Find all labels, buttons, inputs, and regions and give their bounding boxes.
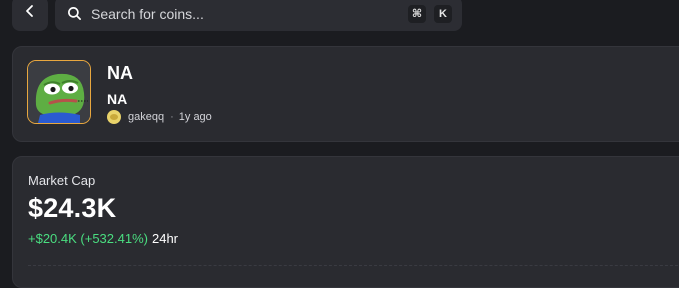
market-cap-card: Market Cap $24.3K +$20.4K (+532.41%) 24h… [12,156,679,288]
creator-name[interactable]: gakeqq [128,111,164,123]
market-cap-period: 24hr [151,231,179,246]
creator-avatar[interactable] [107,110,121,124]
creator-info: gakeqq · 1y ago [107,110,212,124]
separator-dot: · [170,111,174,123]
market-cap-change-row: +$20.4K (+532.41%) 24hr [28,231,178,246]
pepe-frog-icon [28,61,90,123]
chart-divider [28,265,679,266]
token-card: NA NA gakeqq · 1y ago [12,46,679,142]
chevron-left-icon [23,4,37,23]
token-ticker: NA [107,91,128,107]
search-input[interactable] [89,4,400,23]
shortcut-key: K [434,4,452,23]
token-image[interactable] [27,60,91,124]
token-name: NA [107,63,133,83]
token-age: 1y ago [178,111,212,123]
market-cap-label: Market Cap [28,173,96,188]
market-cap-change: +$20.4K (+532.41%) [28,231,148,246]
shortcut-modifier-key: ⌘ [408,4,426,23]
search-icon [67,6,82,21]
back-button[interactable] [12,0,48,31]
search-bar[interactable]: ⌘ K [55,0,462,31]
market-cap-value: $24.3K [28,193,117,223]
